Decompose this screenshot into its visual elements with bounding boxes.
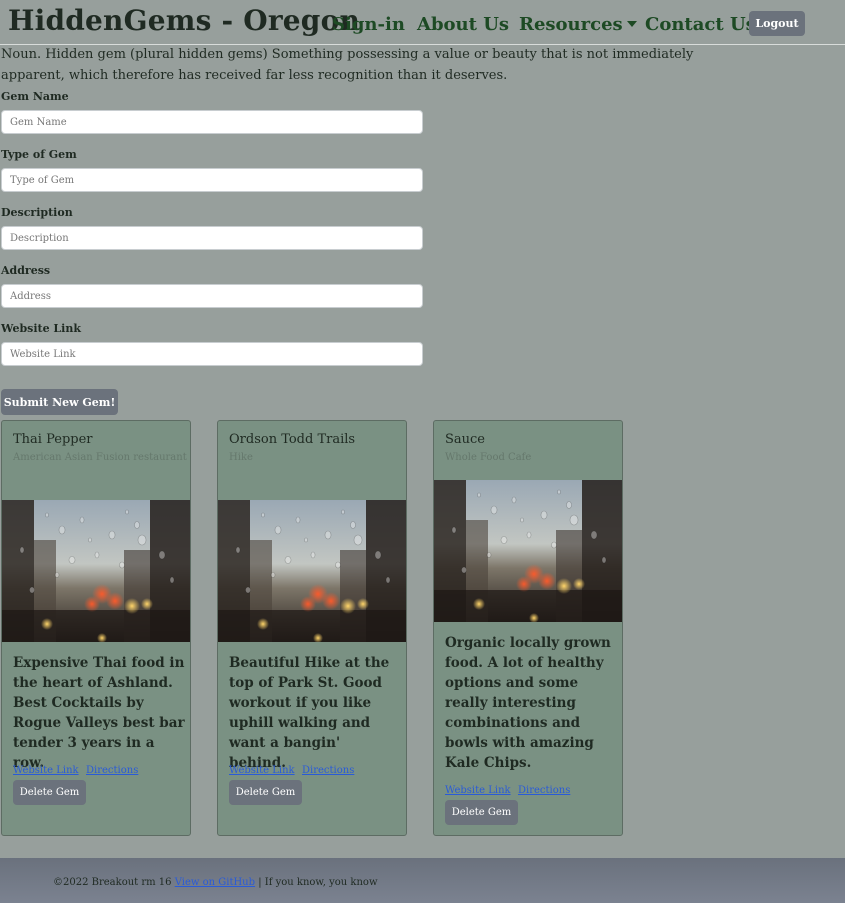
card-website-link[interactable]: Website Link: [445, 785, 511, 796]
footer-copyright: ©2022 Breakout rm 16: [53, 877, 172, 888]
nav-link-about-us[interactable]: About Us: [417, 14, 509, 35]
gem-card: Ordson Todd Trails Hike Beautiful Hike a…: [217, 420, 407, 836]
website-link-label: Website Link: [1, 322, 81, 335]
delete-gem-button[interactable]: Delete Gem: [229, 780, 302, 805]
nav-link-sign-in[interactable]: Sign-in: [332, 14, 405, 35]
github-link[interactable]: View on GitHub: [175, 877, 255, 888]
gem-type-input[interactable]: [1, 168, 423, 192]
nav-dropdown-resources[interactable]: Resources: [519, 14, 637, 35]
nav-link-contact-us[interactable]: Contact Us: [645, 14, 756, 35]
card-image: [434, 480, 622, 622]
card-directions-link[interactable]: Directions: [86, 765, 138, 776]
card-subtitle: Whole Food Cafe: [445, 452, 532, 463]
brand-title[interactable]: HiddenGems - Oregon: [8, 4, 360, 37]
gem-type-label: Type of Gem: [1, 148, 77, 161]
logout-button[interactable]: Logout: [749, 11, 805, 36]
delete-gem-button[interactable]: Delete Gem: [445, 800, 518, 825]
card-subtitle: American Asian Fusion restaurant: [13, 452, 187, 463]
description-input[interactable]: [1, 226, 423, 250]
website-link-input[interactable]: [1, 342, 423, 366]
gem-card: Thai Pepper American Asian Fusion restau…: [1, 420, 191, 836]
card-title: Thai Pepper: [13, 432, 93, 447]
delete-gem-button[interactable]: Delete Gem: [13, 780, 86, 805]
card-title: Sauce: [445, 432, 486, 447]
intro-definition: Noun. Hidden gem (plural hidden gems) So…: [1, 47, 694, 83]
footer: ©2022 Breakout rm 16 View on GitHub | If…: [0, 858, 845, 903]
description-label: Description: [1, 206, 73, 219]
nav-link-resources-label: Resources: [519, 14, 623, 35]
gem-card: Sauce Whole Food Cafe Organic locally gr…: [433, 420, 623, 836]
footer-tagline: | If you know, you know: [258, 877, 378, 888]
card-description: Organic locally grown food. A lot of hea…: [445, 635, 611, 771]
submit-gem-button[interactable]: Submit New Gem!: [1, 389, 118, 415]
address-label: Address: [1, 264, 51, 277]
card-description: Expensive Thai food in the heart of Ashl…: [13, 655, 185, 771]
card-directions-link[interactable]: Directions: [518, 785, 570, 796]
caret-down-icon: [626, 21, 637, 27]
card-website-link[interactable]: Website Link: [229, 765, 295, 776]
navbar: HiddenGems - Oregon Sign-in About Us Res…: [0, 0, 845, 45]
address-input[interactable]: [1, 284, 423, 308]
card-subtitle: Hike: [229, 452, 253, 463]
card-image: [218, 500, 406, 642]
gem-name-input[interactable]: [1, 110, 423, 134]
footer-text: ©2022 Breakout rm 16 View on GitHub | If…: [53, 877, 378, 888]
card-description: Beautiful Hike at the top of Park St. Go…: [229, 655, 390, 771]
card-directions-link[interactable]: Directions: [302, 765, 354, 776]
card-title: Ordson Todd Trails: [229, 432, 356, 447]
gem-name-label: Gem Name: [1, 90, 69, 103]
card-image: [2, 500, 190, 642]
card-website-link[interactable]: Website Link: [13, 765, 79, 776]
